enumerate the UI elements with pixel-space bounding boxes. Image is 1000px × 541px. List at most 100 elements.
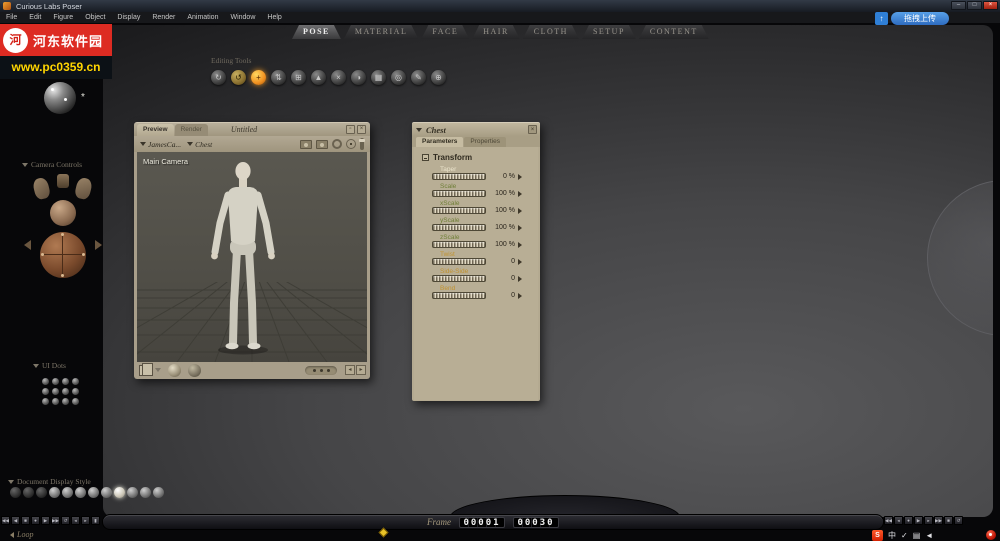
ime-chinese-icon[interactable]: 中: [888, 530, 896, 541]
scene-3d-figure[interactable]: [137, 152, 367, 362]
document-window-titlebar[interactable]: Preview Render Untitled ▫ ×: [134, 123, 370, 136]
chain-break-tool-icon[interactable]: ×: [331, 70, 346, 85]
dial-value[interactable]: 100 %: [489, 207, 515, 214]
play-button[interactable]: ▶: [41, 516, 50, 525]
scale-knob[interactable]: [188, 364, 201, 377]
view-layout-dropdown-icon[interactable]: [155, 368, 161, 372]
current-frame-counter[interactable]: 00001: [459, 517, 505, 528]
dial-menu-arrow-icon[interactable]: [518, 293, 522, 299]
window-titlebar[interactable]: Curious Labs Poser – □ ×: [0, 0, 1000, 12]
dial-ribbon[interactable]: [432, 241, 486, 248]
dial-menu-arrow-icon[interactable]: [518, 208, 522, 214]
add-light-icon[interactable]: *: [81, 92, 85, 103]
close-button[interactable]: ×: [983, 1, 998, 10]
memory-dot[interactable]: [62, 388, 69, 395]
orbit-camera-icon[interactable]: [332, 139, 342, 149]
skip-start-button[interactable]: ◀◀: [884, 516, 893, 525]
tab-properties[interactable]: Properties: [464, 137, 506, 147]
palette-close-button[interactable]: ×: [528, 125, 537, 134]
prev-frame-button[interactable]: ◀: [11, 516, 20, 525]
depth-cue-slider[interactable]: [360, 138, 364, 150]
stop-button[interactable]: ■: [21, 516, 30, 525]
tab-content[interactable]: CONTENT: [639, 25, 709, 39]
face-camera-icon[interactable]: [50, 200, 76, 226]
tab-hair[interactable]: HAIR: [472, 25, 520, 39]
direct-manipulation-tool-icon[interactable]: ⊕: [431, 70, 446, 85]
menu-file[interactable]: File: [0, 14, 23, 21]
play-button[interactable]: ▶: [914, 516, 923, 525]
light-indicator-dot[interactable]: [64, 98, 67, 101]
camera-flyaround-icon[interactable]: [316, 140, 328, 149]
record-button[interactable]: ●: [904, 516, 913, 525]
dial-value[interactable]: 0: [489, 292, 515, 299]
dial-value[interactable]: 100 %: [489, 190, 515, 197]
scroll-right-button[interactable]: ▸: [356, 365, 366, 375]
figure-selector-dropdown[interactable]: JamesCa...: [140, 140, 181, 149]
memory-dot[interactable]: [52, 378, 59, 385]
dial-ribbon[interactable]: [432, 173, 486, 180]
loop-toggle-button[interactable]: ↺: [954, 516, 963, 525]
style-smooth-lined[interactable]: [127, 487, 138, 498]
parameters-palette-titlebar[interactable]: Chest ×: [412, 123, 540, 136]
loop-indicator[interactable]: Loop: [10, 530, 33, 539]
animation-timeline-bar[interactable]: Frame 00001 00030: [102, 514, 884, 530]
memory-dot[interactable]: [42, 378, 49, 385]
loop-toggle-button[interactable]: ↺: [61, 516, 70, 525]
menu-help[interactable]: Help: [261, 14, 287, 21]
camera-name-label[interactable]: Main Camera: [143, 157, 188, 166]
dial-value[interactable]: 100 %: [489, 241, 515, 248]
minimize-button[interactable]: –: [951, 1, 966, 10]
rotate-tool-icon[interactable]: ↻: [211, 70, 226, 85]
maximize-button[interactable]: □: [967, 1, 982, 10]
style-wireframe[interactable]: [36, 487, 47, 498]
style-cartoon-lined[interactable]: [153, 487, 164, 498]
menu-edit[interactable]: Edit: [23, 14, 47, 21]
camera-prev-arrow-icon[interactable]: [24, 240, 31, 250]
collapse-window-button[interactable]: ▫: [346, 125, 355, 134]
dial-menu-arrow-icon[interactable]: [518, 276, 522, 282]
drag-upload-button[interactable]: 拖拽上传: [891, 12, 949, 25]
memory-dot[interactable]: [72, 398, 79, 405]
memory-dot[interactable]: [42, 398, 49, 405]
light-indicator-dot[interactable]: [51, 88, 54, 91]
tab-setup[interactable]: SETUP: [582, 25, 636, 39]
dial-ribbon[interactable]: [432, 275, 486, 282]
range-button[interactable]: ▮: [91, 516, 100, 525]
collapse-section-icon[interactable]: [422, 154, 429, 161]
menu-display[interactable]: Display: [111, 14, 146, 21]
focal-knob[interactable]: [168, 364, 181, 377]
menu-object[interactable]: Object: [79, 14, 111, 21]
dial-value[interactable]: 0 %: [489, 173, 515, 180]
tab-preview[interactable]: Preview: [137, 124, 174, 136]
dial-ribbon[interactable]: [432, 258, 486, 265]
tab-cloth[interactable]: CLOTH: [523, 25, 579, 39]
dial-value[interactable]: 0: [489, 258, 515, 265]
transform-section-header[interactable]: Transform: [422, 153, 538, 162]
document-display-style-label[interactable]: Document Display Style: [8, 477, 91, 486]
record-button[interactable]: ●: [31, 516, 40, 525]
menu-figure[interactable]: Figure: [47, 14, 79, 21]
style-smooth-shaded[interactable]: [114, 487, 125, 498]
multi-view-pages-icon[interactable]: [139, 365, 148, 376]
color-tool-icon[interactable]: ◑: [351, 70, 366, 85]
grouping-tool-icon[interactable]: ▦: [371, 70, 386, 85]
tab-material[interactable]: MATERIAL: [344, 25, 418, 39]
palette-collapse-icon[interactable]: [416, 128, 422, 132]
camera-trackball[interactable]: [40, 232, 86, 278]
menu-render[interactable]: Render: [146, 14, 181, 21]
camera-controls-label[interactable]: Camera Controls: [22, 160, 82, 169]
close-window-button[interactable]: ×: [357, 125, 366, 134]
menu-window[interactable]: Window: [224, 14, 261, 21]
dial-value[interactable]: 100 %: [489, 224, 515, 231]
right-hand-camera-icon[interactable]: [74, 176, 94, 200]
dial-menu-arrow-icon[interactable]: [518, 191, 522, 197]
camera-select-icon[interactable]: [57, 174, 69, 188]
tab-render[interactable]: Render: [175, 124, 208, 136]
dial-menu-arrow-icon[interactable]: [518, 174, 522, 180]
skip-end-button[interactable]: ▶▶: [934, 516, 943, 525]
ui-dots-label[interactable]: UI Dots: [33, 361, 66, 370]
camera-view-icon[interactable]: [300, 140, 312, 149]
sogou-input-icon[interactable]: S: [872, 530, 883, 541]
step-forward-button[interactable]: ▸: [924, 516, 933, 525]
go-first-frame-button[interactable]: ◀◀: [1, 516, 10, 525]
